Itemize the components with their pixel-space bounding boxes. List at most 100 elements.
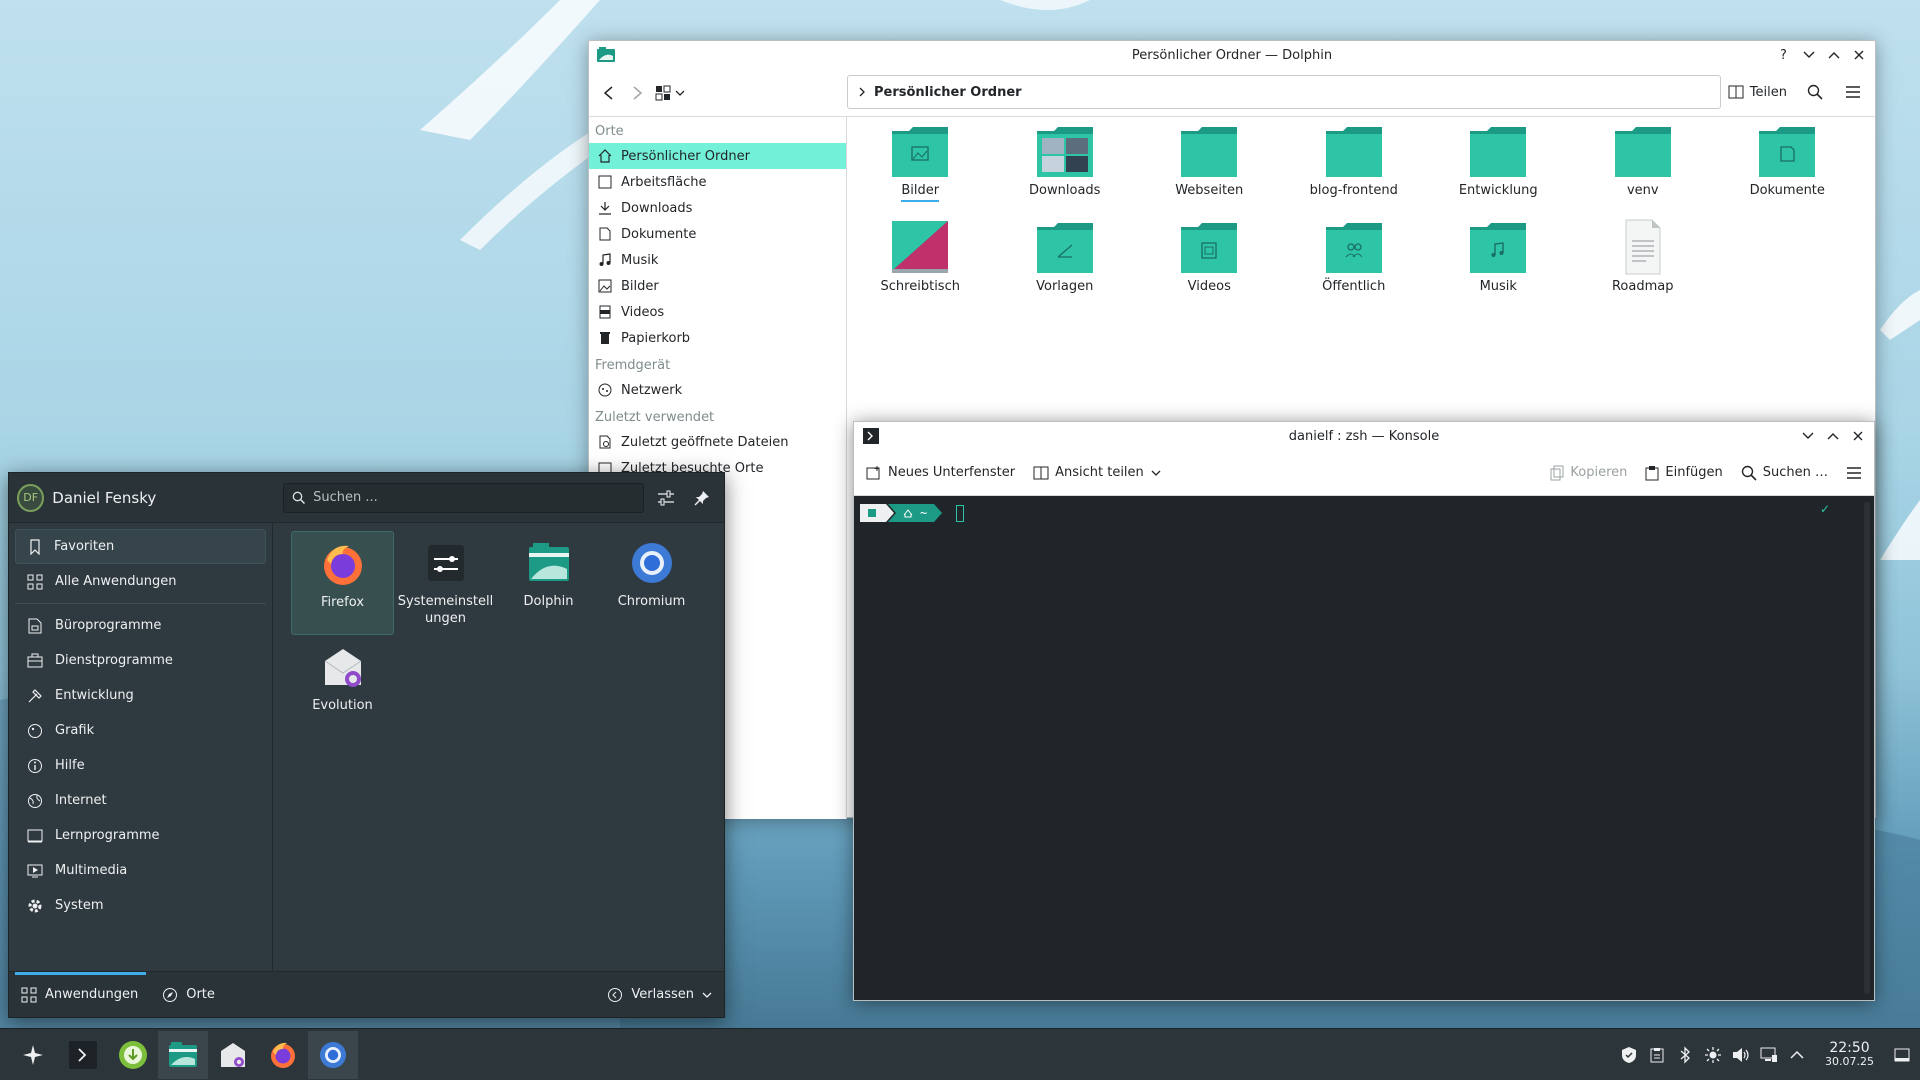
- forward-button[interactable]: [623, 78, 651, 108]
- file-item[interactable]: Webseiten: [1137, 123, 1282, 219]
- back-button[interactable]: [595, 78, 623, 108]
- text-file-icon: [1625, 219, 1661, 275]
- terminal-area[interactable]: ~ ✓: [854, 496, 1874, 1000]
- close-icon[interactable]: [1849, 428, 1866, 445]
- category-system[interactable]: System: [15, 888, 266, 923]
- avatar[interactable]: DF: [17, 483, 45, 512]
- close-icon[interactable]: [1850, 47, 1867, 64]
- file-item[interactable]: Öffentlich: [1282, 219, 1427, 315]
- place-downloads[interactable]: Downloads: [589, 195, 846, 221]
- shield-icon[interactable]: [1619, 1045, 1639, 1065]
- trash-icon: [597, 330, 613, 346]
- view-mode-button[interactable]: [651, 78, 689, 108]
- file-item[interactable]: Videos: [1137, 219, 1282, 315]
- category-dienstprogramme[interactable]: Dienstprogramme: [15, 643, 266, 678]
- search-field[interactable]: Suchen ...: [283, 482, 644, 513]
- show-desktop-icon[interactable]: [1892, 1045, 1912, 1065]
- category-favoriten[interactable]: Favoriten: [15, 529, 266, 564]
- file-item[interactable]: blog-frontend: [1282, 123, 1427, 219]
- share-button[interactable]: Teilen: [1724, 77, 1791, 107]
- category-alle-anwendungen[interactable]: Alle Anwendungen: [15, 564, 266, 599]
- konsole-app-icon: [860, 425, 882, 447]
- place-home[interactable]: Persönlicher Ordner: [589, 143, 846, 169]
- breadcrumb[interactable]: Persönlicher Ordner: [874, 85, 1022, 100]
- tab-applications[interactable]: Anwendungen: [9, 971, 150, 1018]
- category-bueroprogramme[interactable]: Büroprogramme: [15, 608, 266, 643]
- app-firefox[interactable]: Firefox: [291, 531, 394, 635]
- konsole-titlebar[interactable]: danielf : zsh — Konsole: [854, 422, 1874, 450]
- place-network[interactable]: Netzwerk: [589, 377, 846, 403]
- location-bar[interactable]: Persönlicher Ordner: [847, 75, 1721, 109]
- task-konsole[interactable]: [58, 1031, 108, 1079]
- tab-places[interactable]: Orte: [150, 972, 227, 1018]
- file-item[interactable]: Vorlagen: [993, 219, 1138, 315]
- search-button[interactable]: [1801, 77, 1829, 107]
- place-documents[interactable]: Dokumente: [589, 221, 846, 247]
- task-discover[interactable]: [108, 1031, 158, 1079]
- clipboard-icon[interactable]: [1647, 1045, 1667, 1065]
- new-tab-button[interactable]: Neues Unterfenster: [862, 458, 1019, 488]
- hamburger-menu-button[interactable]: [1842, 458, 1866, 488]
- file-item[interactable]: Dokumente: [1715, 123, 1860, 219]
- maximize-icon[interactable]: [1824, 428, 1841, 445]
- chromium-icon: [320, 1041, 346, 1068]
- find-button[interactable]: Suchen …: [1737, 458, 1832, 488]
- app-dolphin[interactable]: Dolphin: [497, 531, 600, 635]
- file-item[interactable]: Musik: [1426, 219, 1571, 315]
- app-chromium[interactable]: Chromium: [600, 531, 703, 635]
- chevron-up-icon[interactable]: [1787, 1045, 1807, 1065]
- category-lernprogramme[interactable]: Lernprogramme: [15, 818, 266, 853]
- hamburger-menu-button[interactable]: [1839, 77, 1867, 107]
- konsole-window[interactable]: danielf : zsh — Konsole Neues Unterfenst…: [853, 421, 1875, 1001]
- task-firefox[interactable]: [258, 1031, 308, 1079]
- dolphin-titlebar[interactable]: Persönlicher Ordner — Dolphin ?: [589, 41, 1875, 69]
- place-desktop[interactable]: Arbeitsfläche: [589, 169, 846, 195]
- file-item[interactable]: Entwicklung: [1426, 123, 1571, 219]
- application-launcher[interactable]: DF Daniel Fensky Suchen ... Favoriten Al…: [8, 472, 725, 1018]
- paste-button[interactable]: Einfügen: [1641, 458, 1726, 488]
- minimize-icon[interactable]: [1799, 428, 1816, 445]
- network-icon: [597, 382, 613, 398]
- task-dolphin[interactable]: [158, 1030, 208, 1079]
- brightness-icon[interactable]: [1703, 1045, 1723, 1065]
- place-pictures[interactable]: Bilder: [589, 273, 846, 299]
- place-recent-files[interactable]: Zuletzt geöffnete Dateien: [589, 429, 846, 455]
- copy-button[interactable]: Kopieren: [1546, 458, 1631, 488]
- maximize-icon[interactable]: [1825, 47, 1842, 64]
- place-trash[interactable]: Papierkorb: [589, 325, 846, 351]
- launcher-button[interactable]: [8, 1031, 58, 1079]
- image-icon: [597, 278, 613, 294]
- volume-icon[interactable]: [1731, 1045, 1751, 1065]
- task-evolution[interactable]: [208, 1031, 258, 1079]
- app-systemeinstellungen[interactable]: Systemeinstell ungen: [394, 531, 497, 635]
- category-entwicklung[interactable]: Entwicklung: [15, 678, 266, 713]
- category-multimedia[interactable]: Multimedia: [15, 853, 266, 888]
- file-item[interactable]: Downloads: [993, 123, 1138, 219]
- pin-button[interactable]: [688, 483, 716, 513]
- category-grafik[interactable]: Grafik: [15, 713, 266, 748]
- app-evolution[interactable]: Evolution: [291, 635, 394, 739]
- split-view-button[interactable]: Ansicht teilen: [1029, 458, 1166, 488]
- place-music[interactable]: Musik: [589, 247, 846, 273]
- help-icon[interactable]: ?: [1775, 47, 1792, 64]
- clock[interactable]: 22:50 30.07.25: [1825, 1041, 1874, 1069]
- category-hilfe[interactable]: Hilfe: [15, 748, 266, 783]
- file-item[interactable]: Bilder: [848, 123, 993, 219]
- minimize-icon[interactable]: [1800, 47, 1817, 64]
- utilities-icon: [27, 653, 43, 667]
- evolution-icon: [221, 1042, 245, 1067]
- file-item[interactable]: Roadmap: [1571, 219, 1716, 315]
- folder-icon: [1614, 127, 1671, 177]
- place-videos[interactable]: Videos: [589, 299, 846, 325]
- file-item[interactable]: venv: [1571, 123, 1716, 219]
- leave-button[interactable]: Verlassen: [595, 972, 724, 1018]
- configure-button[interactable]: [652, 483, 680, 513]
- menu-icon: [1846, 86, 1860, 98]
- network-icon[interactable]: [1759, 1045, 1779, 1065]
- task-chromium[interactable]: [308, 1030, 358, 1079]
- category-internet[interactable]: Internet: [15, 783, 266, 818]
- terminal-scrollbar[interactable]: [1864, 502, 1870, 994]
- folder-icon: [1470, 127, 1527, 177]
- bluetooth-icon[interactable]: [1675, 1045, 1695, 1065]
- file-item[interactable]: Schreibtisch: [848, 219, 993, 315]
